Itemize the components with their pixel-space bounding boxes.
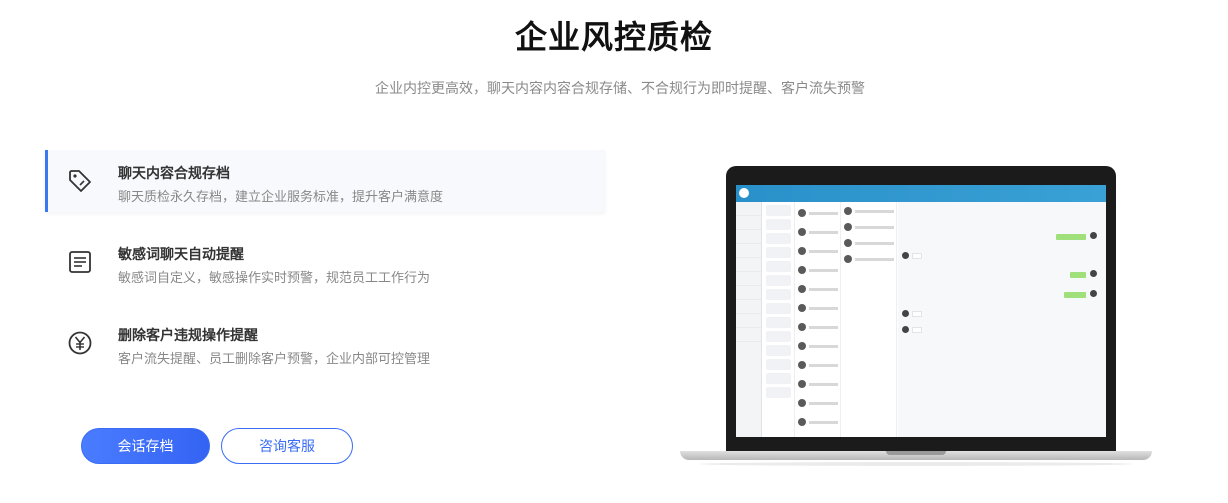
session-archive-button[interactable]: 会话存档 (81, 428, 210, 464)
app-header-bar (736, 185, 1106, 202)
app-group-list (763, 202, 795, 437)
laptop-screenshot-image (680, 166, 1152, 466)
app-conversation-list (842, 202, 897, 437)
laptop-screen (736, 185, 1106, 437)
feature-item-compliance-archive[interactable]: 聊天内容合规存档 聊天质检永久存档，建立企业服务标准，提升客户满意度 (45, 150, 605, 212)
laptop-notch (886, 451, 946, 455)
app-contact-list (796, 202, 841, 437)
feature-item-sensitive-words[interactable]: 敏感词聊天自动提醒 敏感词自定义，敏感操作实时预警，规范员工工作行为 (45, 231, 605, 293)
consult-service-button[interactable]: 咨询客服 (221, 428, 353, 464)
laptop-shadow (700, 462, 1132, 466)
tag-icon (69, 170, 91, 192)
laptop-lid (726, 166, 1116, 453)
yuan-icon (68, 331, 92, 355)
app-logo-icon (739, 188, 749, 198)
feature-title: 敏感词聊天自动提醒 (118, 246, 244, 262)
feature-description: 客户流失提醒、员工删除客户预警，企业内部可控管理 (118, 351, 431, 366)
feature-description: 敏感词自定义，敏感操作实时预警，规范员工工作行为 (118, 270, 431, 285)
feature-title: 聊天内容合规存档 (118, 165, 230, 181)
app-sidebar (736, 202, 762, 437)
feature-title: 删除客户违规操作提醒 (118, 327, 258, 343)
app-chat-panel (898, 202, 1106, 437)
feature-list: 聊天内容合规存档 聊天质检永久存档，建立企业服务标准，提升客户满意度 敏感词聊天… (45, 150, 605, 393)
page-subtitle: 企业内控更高效，聊天内容内容合规存储、不合规行为即时提醒、客户流失预警 (375, 80, 865, 96)
document-icon (69, 251, 91, 273)
feature-description: 聊天质检永久存档，建立企业服务标准，提升客户满意度 (118, 189, 444, 204)
page-title: 企业风控质检 (514, 19, 713, 55)
feature-item-delete-customer-alert[interactable]: 删除客户违规操作提醒 客户流失提醒、员工删除客户预警，企业内部可控管理 (45, 312, 605, 374)
